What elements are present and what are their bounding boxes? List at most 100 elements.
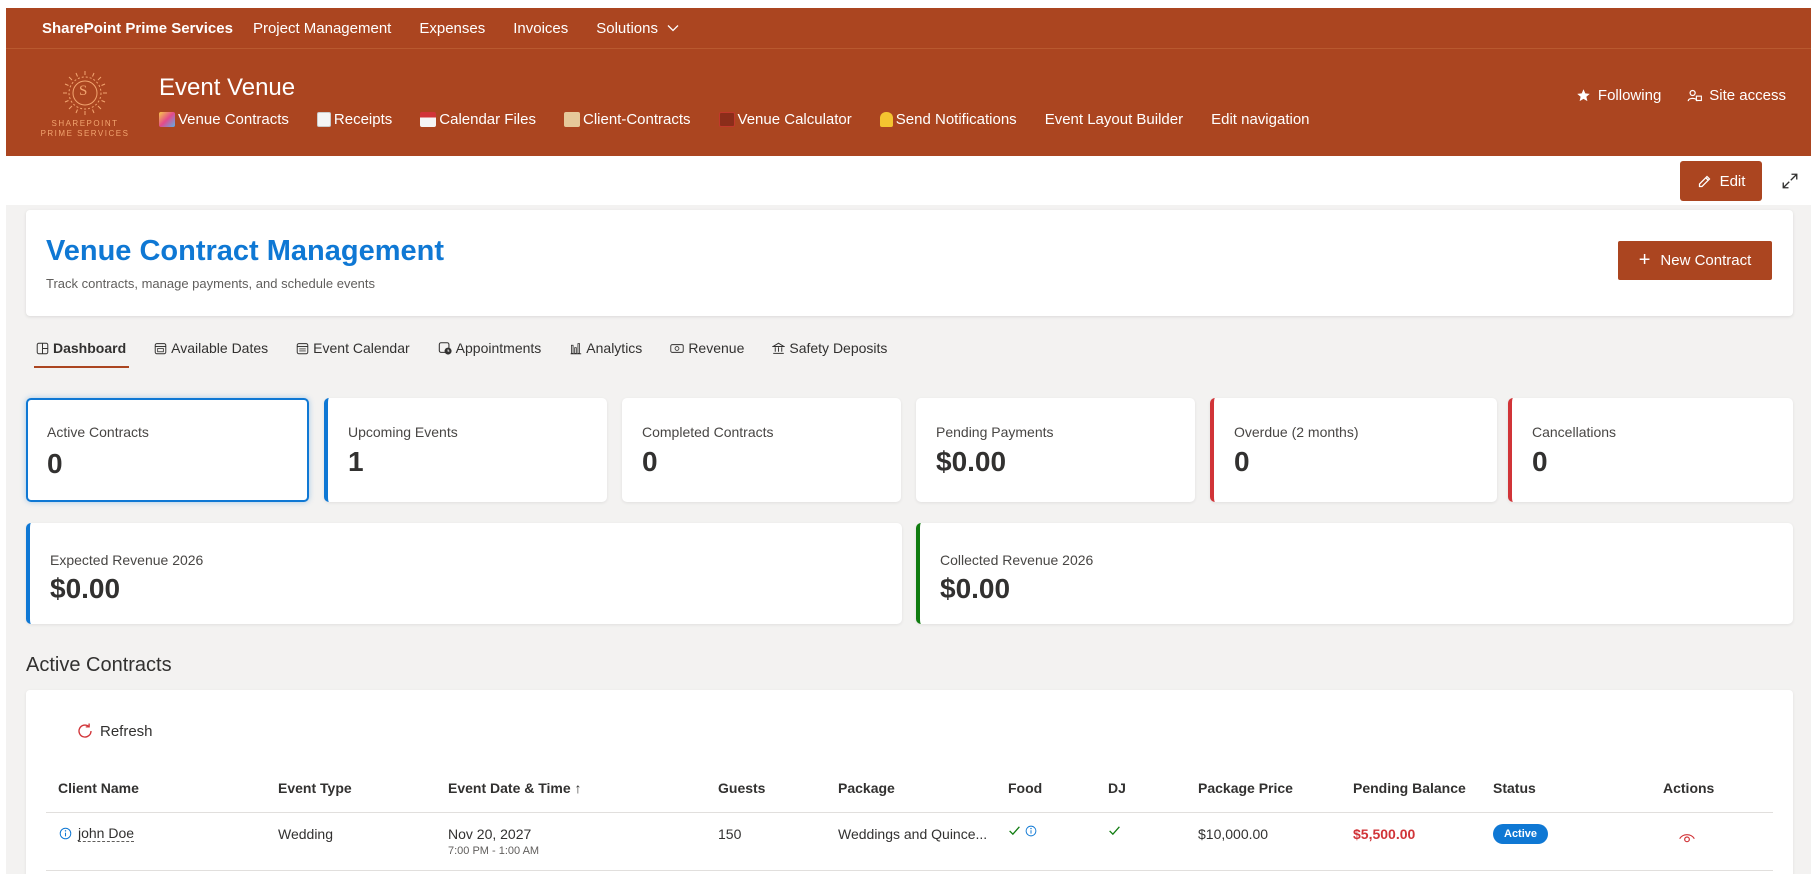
tab-event-calendar-label: Event Calendar (313, 340, 410, 356)
tab-event-calendar[interactable]: Event Calendar (296, 340, 410, 368)
tab-safety-deposits[interactable]: Safety Deposits (772, 340, 887, 368)
logo-text-1: SHAREPOINT (51, 119, 119, 128)
star-icon (1577, 89, 1590, 102)
stat-card-upcoming-events[interactable]: Upcoming Events 1 (324, 398, 607, 502)
stat-card-expected-revenue[interactable]: Expected Revenue 2026 $0.00 (26, 523, 902, 624)
site-nav-calendar-files[interactable]: Calendar Files (420, 111, 536, 128)
package-cell: Weddings and Quince... (838, 826, 988, 842)
suite-nav-expenses[interactable]: Expenses (419, 20, 485, 37)
stat-card-overdue[interactable]: Overdue (2 months) 0 (1210, 398, 1497, 502)
stat-label: Pending Payments (936, 424, 1054, 440)
tab-available-dates-label: Available Dates (171, 340, 269, 356)
dj-cell (1108, 824, 1121, 840)
column-food[interactable]: Food (1008, 780, 1042, 796)
stat-value: 0 (1532, 446, 1548, 477)
stat-value: 1 (348, 446, 364, 477)
stat-label: Completed Contracts (642, 424, 774, 440)
tab-safety-deposits-label: Safety Deposits (789, 340, 888, 356)
expand-icon[interactable] (1781, 172, 1799, 190)
edit-page-button[interactable]: Edit (1680, 161, 1762, 201)
site-title[interactable]: Event Venue (159, 74, 295, 102)
stat-card-cancellations[interactable]: Cancellations 0 (1508, 398, 1793, 502)
stat-value: 0 (642, 446, 658, 477)
event-type-cell: Wedding (278, 826, 334, 842)
following-button[interactable]: Following (1576, 87, 1661, 104)
site-nav-client-contracts[interactable]: Client-Contracts (563, 111, 691, 128)
site-navigation: Venue Contracts Receipts Calendar Files … (159, 111, 1338, 128)
suite-brand-link[interactable]: SharePoint Prime Services (42, 20, 233, 37)
site-nav-event-layout-builder[interactable]: Event Layout Builder (1045, 111, 1183, 128)
site-nav-client-contracts-label: Client-Contracts (582, 111, 691, 128)
contracts-table-card: Refresh Client Name Event Type Event Dat… (26, 690, 1793, 874)
header-actions: Following Site access (1550, 87, 1786, 104)
column-actions[interactable]: Actions (1663, 780, 1714, 796)
column-guests[interactable]: Guests (718, 780, 765, 796)
site-nav-calendar-files-label: Calendar Files (439, 111, 536, 128)
bell-icon (879, 112, 893, 127)
stat-label: Active Contracts (47, 424, 149, 440)
suite-nav-project-management[interactable]: Project Management (253, 20, 391, 37)
site-nav-venue-calculator[interactable]: Venue Calculator (718, 111, 852, 128)
new-contract-button[interactable]: + New Contract (1618, 241, 1772, 280)
money-icon (670, 343, 685, 353)
check-icon (1109, 826, 1120, 836)
stat-card-collected-revenue[interactable]: Collected Revenue 2026 $0.00 (916, 523, 1793, 624)
abacus-icon (718, 112, 735, 127)
eye-icon[interactable] (1679, 832, 1695, 844)
column-dj[interactable]: DJ (1108, 780, 1126, 796)
site-nav-venue-contracts-label: Venue Contracts (178, 111, 289, 128)
site-nav-venue-contracts[interactable]: Venue Contracts (159, 111, 289, 128)
sharepoint-page: SharePoint Prime Services Project Manage… (6, 8, 1811, 874)
page-subtitle: Track contracts, manage payments, and sc… (46, 276, 376, 291)
following-label: Following (1597, 87, 1662, 104)
stat-card-pending-payments[interactable]: Pending Payments $0.00 (916, 398, 1195, 502)
site-nav-edit-navigation[interactable]: Edit navigation (1211, 111, 1309, 128)
dashboard-icon (36, 342, 49, 354)
table-header-divider (46, 812, 1773, 813)
site-nav-receipts[interactable]: Receipts (316, 111, 392, 128)
guests-cell: 150 (718, 826, 742, 842)
column-pending-balance[interactable]: Pending Balance (1353, 780, 1466, 796)
stat-card-active-contracts[interactable]: Active Contracts 0 (26, 398, 309, 502)
tab-analytics[interactable]: Analytics (569, 340, 642, 368)
site-nav-send-notifications[interactable]: Send Notifications (879, 111, 1017, 128)
suite-nav-solutions[interactable]: Solutions (596, 20, 679, 37)
site-access-button[interactable]: Site access (1687, 87, 1786, 104)
site-logo[interactable]: S SHAREPOINT PRIME SERVICES (34, 63, 136, 145)
tab-appointments[interactable]: Appointments (438, 340, 541, 368)
table-header: Client Name Event Type Event Date & Time… (26, 780, 1793, 814)
tab-dashboard-label: Dashboard (53, 340, 127, 356)
stat-label: Overdue (2 months) (1234, 424, 1359, 440)
section-title-active-contracts: Active Contracts (26, 654, 172, 676)
site-header: S SHAREPOINT PRIME SERVICES Event Venue … (6, 49, 1811, 156)
column-package[interactable]: Package (838, 780, 895, 796)
tab-available-dates[interactable]: Available Dates (154, 340, 268, 368)
info-icon[interactable] (1025, 825, 1037, 837)
confetti-icon (159, 112, 175, 127)
logo-text-2: PRIME SERVICES (40, 129, 130, 138)
event-time-cell: 7:00 PM - 1:00 AM (448, 845, 540, 857)
refresh-button[interactable]: Refresh (76, 722, 153, 740)
calendar-check-icon (154, 342, 167, 354)
suite-nav-invoices[interactable]: Invoices (513, 20, 568, 37)
tab-analytics-label: Analytics (586, 340, 643, 356)
client-name-link[interactable]: john Doe (78, 825, 135, 842)
info-icon[interactable] (59, 827, 72, 840)
tab-revenue[interactable]: Revenue (670, 340, 744, 368)
client-name-cell: john Doe (59, 825, 135, 842)
chevron-down-icon (667, 25, 679, 32)
stat-value: $0.00 (50, 573, 121, 604)
stat-label: Cancellations (1532, 424, 1617, 440)
calendar-clock-icon (438, 342, 452, 355)
tab-dashboard[interactable]: Dashboard (33, 340, 130, 368)
page-header-card: Venue Contract Management Track contract… (26, 210, 1793, 316)
column-client-name[interactable]: Client Name (58, 780, 139, 796)
column-package-price[interactable]: Package Price (1198, 780, 1293, 796)
stat-card-completed-contracts[interactable]: Completed Contracts 0 (622, 398, 901, 502)
column-status[interactable]: Status (1493, 780, 1536, 796)
bar-chart-icon (570, 342, 582, 354)
column-event-type[interactable]: Event Type (278, 780, 352, 796)
refresh-icon (78, 723, 92, 738)
column-event-date[interactable]: Event Date & Time ↑ (448, 780, 582, 796)
food-cell (1008, 824, 1037, 837)
